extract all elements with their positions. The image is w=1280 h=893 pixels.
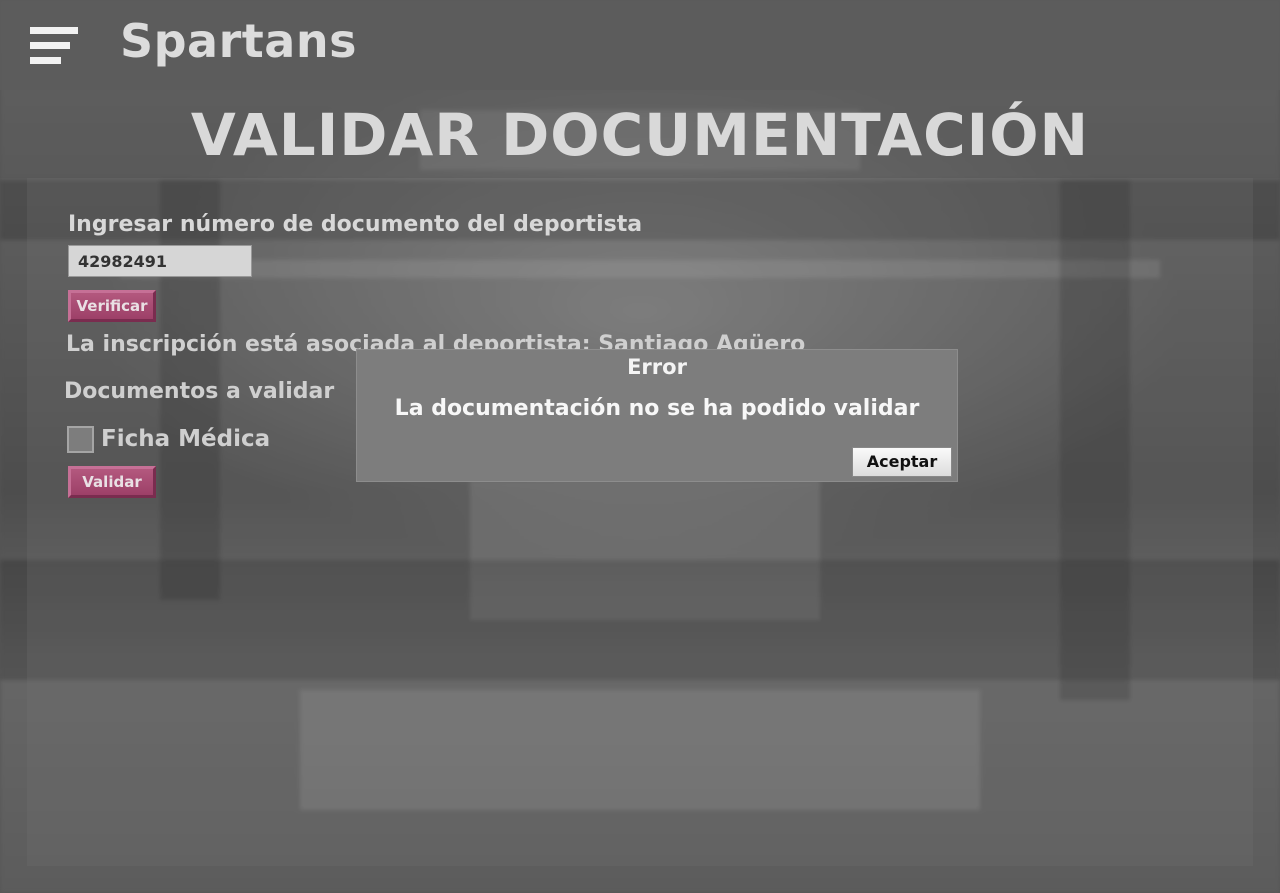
ficha-medica-label: Ficha Médica <box>101 426 271 452</box>
error-dialog: Error La documentación no se ha podido v… <box>356 349 958 482</box>
content-panel <box>27 178 1253 866</box>
documents-heading: Documentos a validar <box>64 379 335 404</box>
document-number-label: Ingresar número de documento del deporti… <box>68 212 643 237</box>
validate-button[interactable]: Validar <box>68 466 156 498</box>
dialog-title: Error <box>627 355 687 379</box>
document-number-input[interactable] <box>68 245 252 277</box>
verify-button[interactable]: Verificar <box>68 290 156 322</box>
top-navigation-bar: Spartans <box>0 0 1280 90</box>
brand-title: Spartans <box>120 14 357 68</box>
dialog-message: La documentación no se ha podido validar <box>394 396 920 421</box>
hamburger-menu-icon[interactable] <box>30 27 78 65</box>
accept-button[interactable]: Aceptar <box>852 447 952 477</box>
page-title: VALIDAR DOCUMENTACIÓN <box>190 101 1090 169</box>
ficha-medica-checkbox[interactable] <box>67 426 94 453</box>
